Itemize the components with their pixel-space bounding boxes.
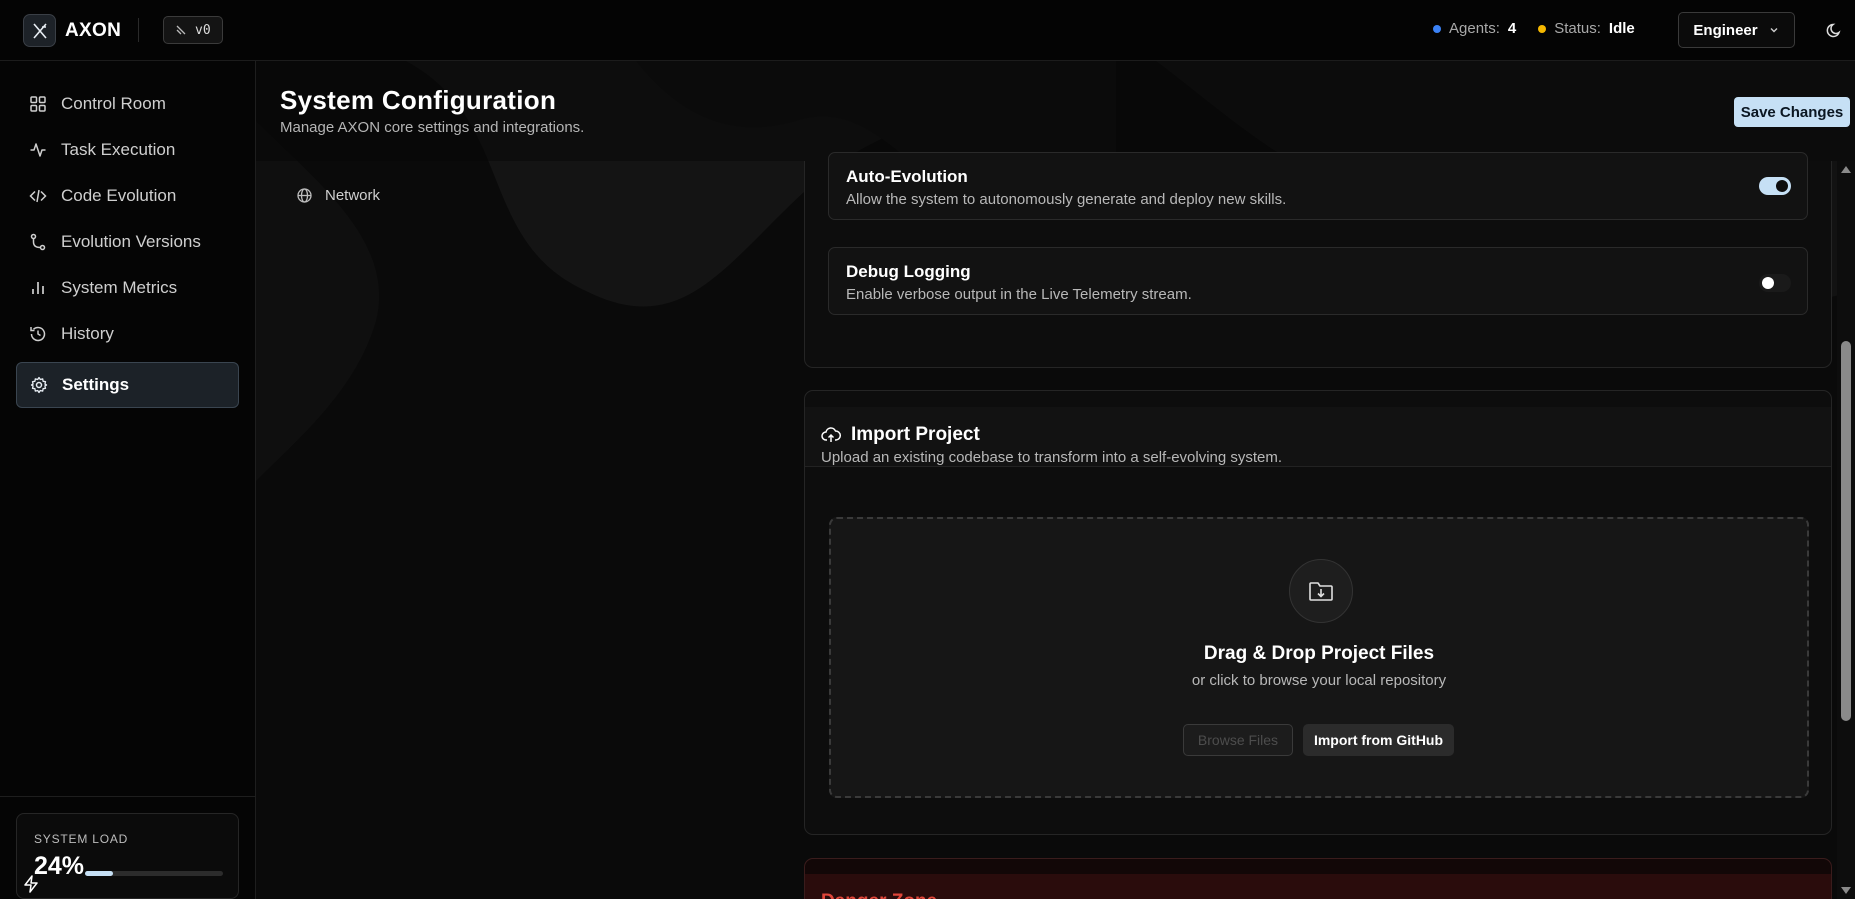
system-load-bar-fill xyxy=(85,871,113,876)
sidebar-item-settings[interactable]: Settings xyxy=(16,362,239,408)
lightning-icon[interactable] xyxy=(21,874,41,894)
system-load-card: SYSTEM LOAD 24% xyxy=(16,813,239,899)
cloud-upload-icon xyxy=(821,427,841,442)
code-icon xyxy=(29,189,47,203)
app-logo[interactable]: AXON xyxy=(23,14,121,47)
setting-description: Allow the system to autonomously generat… xyxy=(846,191,1287,208)
globe-icon xyxy=(297,188,312,203)
status-group: Agents: 4 Status: Idle xyxy=(1433,20,1635,37)
debug-logging-toggle[interactable] xyxy=(1759,274,1791,292)
sidebar-item-label: Task Execution xyxy=(61,140,176,159)
version-badge[interactable]: v0 xyxy=(163,16,223,44)
sidebar-item-label: Control Room xyxy=(61,94,166,113)
setting-auto-evolution: Auto-Evolution Allow the system to auton… xyxy=(828,152,1808,220)
layout-grid-icon xyxy=(30,96,46,112)
file-dropzone[interactable]: Drag & Drop Project Files or click to br… xyxy=(829,517,1809,798)
sidebar-item-evolution-versions[interactable]: Evolution Versions xyxy=(16,219,239,265)
danger-zone-header: Danger Zone xyxy=(805,874,1831,899)
dropzone-title: Drag & Drop Project Files xyxy=(1203,643,1435,664)
auto-evolution-toggle[interactable] xyxy=(1759,177,1791,195)
setting-title: Auto-Evolution xyxy=(846,167,968,186)
danger-zone-title: Danger Zone xyxy=(821,891,937,899)
status-dot-icon xyxy=(1538,24,1547,33)
save-changes-button[interactable]: Save Changes xyxy=(1734,97,1850,127)
role-label: Engineer xyxy=(1693,21,1758,39)
git-branch-icon xyxy=(30,233,46,251)
import-project-panel: Import Project Upload an existing codeba… xyxy=(804,390,1832,835)
gear-icon xyxy=(30,376,48,394)
agents-count: 4 xyxy=(1507,20,1517,37)
history-icon xyxy=(30,326,46,342)
sidebar-item-label: Evolution Versions xyxy=(61,232,201,251)
import-from-github-button[interactable]: Import from GitHub xyxy=(1303,724,1454,756)
setting-title: Debug Logging xyxy=(846,262,971,281)
sidebar-item-label: System Metrics xyxy=(61,278,178,297)
chevron-down-icon xyxy=(1770,28,1778,33)
import-project-description: Upload an existing codebase to transform… xyxy=(821,449,1283,466)
moon-icon xyxy=(1826,23,1841,38)
subnav-label: Network xyxy=(325,187,381,204)
top-bar: AXON v0 Agents: 4 Status: Idle Engineer xyxy=(0,0,1855,61)
toggle-knob xyxy=(1776,180,1788,192)
scroll-thumb[interactable] xyxy=(1841,341,1851,721)
role-dropdown[interactable]: Engineer xyxy=(1678,12,1795,48)
sidebar: Control Room Task Execution Code Evoluti… xyxy=(0,61,256,899)
sidebar-item-label: History xyxy=(61,324,114,343)
import-title-text: Import Project xyxy=(851,424,980,445)
sidebar-item-code-evolution[interactable]: Code Evolution xyxy=(16,173,239,219)
system-load-label: SYSTEM LOAD xyxy=(34,832,129,846)
status-value: Idle xyxy=(1608,20,1635,37)
sidebar-item-system-metrics[interactable]: System Metrics xyxy=(16,265,239,311)
bar-chart-icon xyxy=(32,282,44,294)
system-load-value: 24% xyxy=(34,852,85,880)
divider xyxy=(138,18,139,42)
version-label: v0 xyxy=(195,22,211,38)
divider xyxy=(0,796,256,797)
app-name: AXON xyxy=(65,19,122,41)
scroll-up-arrow-icon[interactable] xyxy=(1841,166,1851,173)
activity-icon xyxy=(30,143,46,157)
sidebar-item-label: Settings xyxy=(62,375,130,394)
scrollbar[interactable] xyxy=(1837,161,1855,899)
agents-dot-icon xyxy=(1433,24,1441,33)
page-title: System Configuration xyxy=(280,85,557,115)
main-content: System Configuration Manage AXON core se… xyxy=(256,61,1855,899)
dropzone-subtitle: or click to browse your local repository xyxy=(1191,672,1447,689)
system-load-bar xyxy=(85,871,223,876)
sidebar-item-task-execution[interactable]: Task Execution xyxy=(16,127,239,173)
settings-subnav-network[interactable]: Network xyxy=(296,187,380,204)
setting-debug-logging: Debug Logging Enable verbose output in t… xyxy=(828,247,1808,315)
toggle-knob xyxy=(1762,277,1774,289)
folder-download-icon xyxy=(1289,559,1353,623)
import-project-title: Import Project xyxy=(821,424,980,446)
setting-description: Enable verbose output in the Live Teleme… xyxy=(846,286,1192,303)
axon-logo-icon xyxy=(23,14,56,47)
sidebar-item-history[interactable]: History xyxy=(16,311,239,357)
sidebar-item-control-room[interactable]: Control Room xyxy=(16,81,239,127)
scroll-down-arrow-icon[interactable] xyxy=(1841,887,1851,894)
danger-zone-panel: Danger Zone xyxy=(804,858,1832,899)
status-label: Status: xyxy=(1554,20,1601,37)
browse-files-button[interactable]: Browse Files xyxy=(1183,724,1293,756)
page-subtitle: Manage AXON core settings and integratio… xyxy=(280,119,585,136)
sidebar-item-label: Code Evolution xyxy=(61,186,177,205)
branch-icon xyxy=(176,25,186,35)
agents-label: Agents: xyxy=(1449,20,1500,37)
theme-toggle-button[interactable] xyxy=(1824,19,1846,41)
